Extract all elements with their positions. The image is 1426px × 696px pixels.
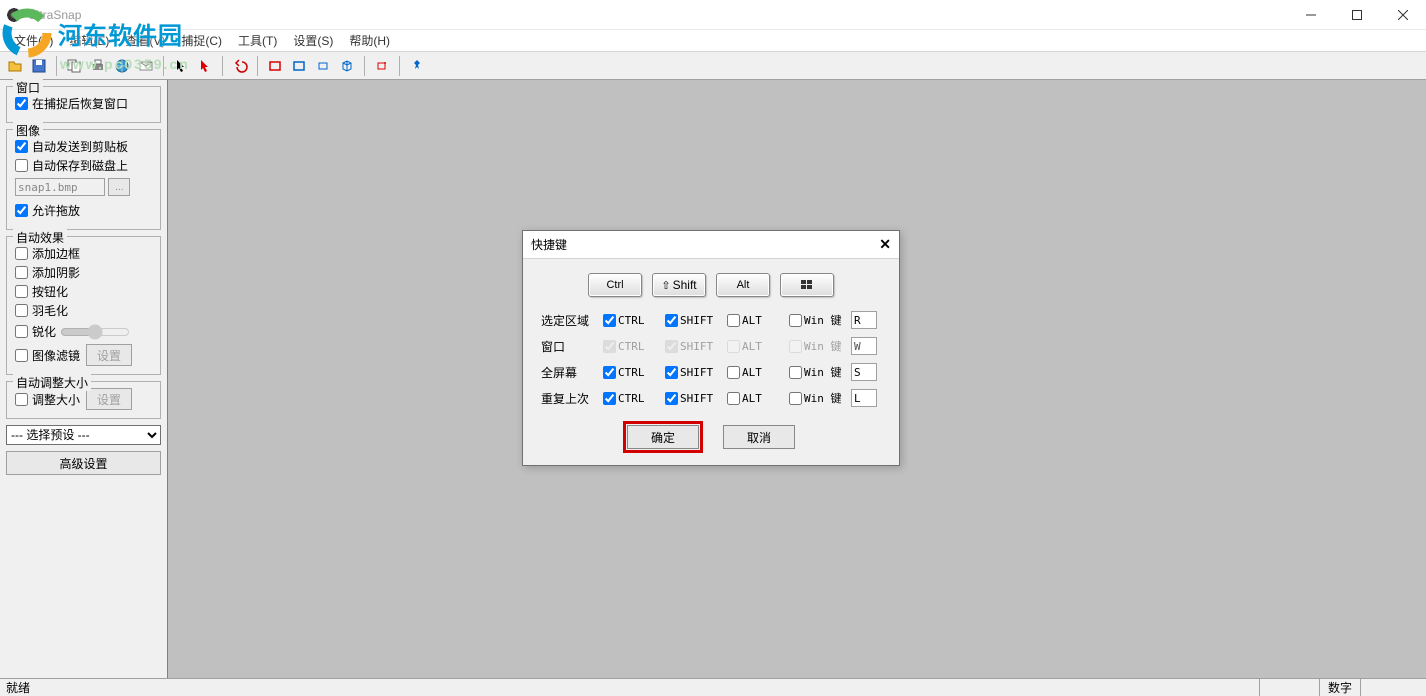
allow-drag-check[interactable]: 允许拖放 xyxy=(15,202,152,219)
restore-window-check[interactable]: 在捕捉后恢复窗口 xyxy=(15,95,152,112)
menu-help[interactable]: 帮助(H) xyxy=(341,30,398,51)
shortcut-row: 选定区域 CTRL SHIFT ALT Win 键 xyxy=(541,311,881,329)
add-border-check[interactable]: 添加边框 xyxy=(15,245,152,262)
ctrl-check[interactable]: CTRL xyxy=(603,340,661,353)
status-num: 数字 xyxy=(1319,679,1360,696)
undo-icon[interactable] xyxy=(229,55,251,77)
pin-icon[interactable] xyxy=(406,55,428,77)
image-group-title: 图像 xyxy=(13,122,43,139)
watermark-url: www.pc0359.cn xyxy=(60,56,190,72)
shift-check[interactable]: SHIFT xyxy=(665,314,723,327)
win-check[interactable]: Win 键 xyxy=(789,338,847,354)
app-icon xyxy=(6,7,22,23)
browse-button[interactable]: ... xyxy=(108,178,130,196)
menu-tools[interactable]: 工具(T) xyxy=(230,30,285,51)
key-input[interactable] xyxy=(851,389,877,407)
dialog-close-icon[interactable]: ✕ xyxy=(879,236,891,253)
rect-small-icon[interactable] xyxy=(312,55,334,77)
win-check[interactable]: Win 键 xyxy=(789,390,847,406)
cursor-red-icon[interactable] xyxy=(194,55,216,77)
filename-input[interactable] xyxy=(15,178,105,196)
ctrl-check[interactable]: CTRL xyxy=(603,392,661,405)
resize-settings-button[interactable]: 设置 xyxy=(86,388,132,410)
shift-check[interactable]: SHIFT xyxy=(665,392,723,405)
menu-view[interactable]: 查看(V) xyxy=(117,30,173,51)
shift-check[interactable]: SHIFT xyxy=(665,366,723,379)
resize-check[interactable]: 调整大小 xyxy=(15,391,80,408)
dialog-title: 快捷键 xyxy=(531,236,567,253)
window-group-title: 窗口 xyxy=(13,79,43,96)
dialog-titlebar: 快捷键 ✕ xyxy=(523,231,899,259)
menu-settings[interactable]: 设置(S) xyxy=(285,30,341,51)
win-check[interactable]: Win 键 xyxy=(789,364,847,380)
close-button[interactable] xyxy=(1380,0,1426,30)
menu-edit[interactable]: 编辑(E) xyxy=(61,30,117,51)
alt-key-button[interactable]: Alt xyxy=(716,273,770,297)
shortcut-row: 全屏幕 CTRL SHIFT ALT Win 键 xyxy=(541,363,881,381)
filter-settings-button[interactable]: 设置 xyxy=(86,344,132,366)
auto-save-check[interactable]: 自动保存到磁盘上 xyxy=(15,157,152,174)
row-label: 全屏幕 xyxy=(541,364,599,381)
ctrl-key-button[interactable]: Ctrl xyxy=(588,273,642,297)
buttonize-check[interactable]: 按钮化 xyxy=(15,283,152,300)
status-cell-1 xyxy=(1259,679,1319,696)
sharpen-check[interactable]: 锐化 xyxy=(15,323,56,340)
app-title: UltraSnap xyxy=(28,8,81,22)
toolbar xyxy=(0,52,1426,80)
save-icon[interactable] xyxy=(28,55,50,77)
rect-blue-icon[interactable] xyxy=(288,55,310,77)
status-cell-3 xyxy=(1360,679,1420,696)
key-input[interactable] xyxy=(851,363,877,381)
alt-check[interactable]: ALT xyxy=(727,392,785,405)
row-label: 重复上次 xyxy=(541,390,599,407)
shift-key-button[interactable]: ⇧ Shift xyxy=(652,273,706,297)
image-group: 图像 自动发送到剪贴板 自动保存到磁盘上 ... 允许拖放 xyxy=(6,129,161,230)
win-check[interactable]: Win 键 xyxy=(789,312,847,328)
open-icon[interactable] xyxy=(4,55,26,77)
feather-check[interactable]: 羽毛化 xyxy=(15,302,152,319)
shortcuts-dialog: 快捷键 ✕ Ctrl ⇧ Shift Alt 选定区域 CTRL SHIFT A… xyxy=(522,230,900,466)
ok-button[interactable]: 确定 xyxy=(627,425,699,449)
sidebar: 窗口 在捕捉后恢复窗口 图像 自动发送到剪贴板 自动保存到磁盘上 ... 允许拖… xyxy=(0,80,168,678)
win-key-button[interactable] xyxy=(780,273,834,297)
row-label: 选定区域 xyxy=(541,312,599,329)
cancel-button[interactable]: 取消 xyxy=(723,425,795,449)
auto-effect-group: 自动效果 添加边框 添加阴影 按钮化 羽毛化 锐化 图像滤镜设置 xyxy=(6,236,161,375)
rect-red-icon[interactable] xyxy=(264,55,286,77)
auto-resize-group: 自动调整大小 调整大小设置 xyxy=(6,381,161,419)
filter-check[interactable]: 图像滤镜 xyxy=(15,347,80,364)
cube-icon[interactable] xyxy=(336,55,358,77)
auto-effect-title: 自动效果 xyxy=(13,229,67,246)
menubar: 文件(F) 编辑(E) 查看(V) 捕捉(C) 工具(T) 设置(S) 帮助(H… xyxy=(0,30,1426,52)
advanced-settings-button[interactable]: 高级设置 xyxy=(6,451,161,475)
ctrl-check[interactable]: CTRL xyxy=(603,366,661,379)
alt-check[interactable]: ALT xyxy=(727,314,785,327)
window-group: 窗口 在捕捉后恢复窗口 xyxy=(6,86,161,123)
auto-clipboard-check[interactable]: 自动发送到剪贴板 xyxy=(15,138,152,155)
minimize-button[interactable] xyxy=(1288,0,1334,30)
status-ready: 就绪 xyxy=(6,679,30,696)
row-label: 窗口 xyxy=(541,338,599,355)
maximize-button[interactable] xyxy=(1334,0,1380,30)
ctrl-check[interactable]: CTRL xyxy=(603,314,661,327)
alt-check[interactable]: ALT xyxy=(727,366,785,379)
shortcut-row: 窗口 CTRL SHIFT ALT Win 键 xyxy=(541,337,881,355)
key-input[interactable] xyxy=(851,311,877,329)
shortcut-row: 重复上次 CTRL SHIFT ALT Win 键 xyxy=(541,389,881,407)
preset-select[interactable]: --- 选择预设 --- xyxy=(6,425,161,445)
add-shadow-check[interactable]: 添加阴影 xyxy=(15,264,152,281)
alt-check[interactable]: ALT xyxy=(727,340,785,353)
key-input[interactable] xyxy=(851,337,877,355)
shift-check[interactable]: SHIFT xyxy=(665,340,723,353)
auto-resize-title: 自动调整大小 xyxy=(13,374,91,391)
sharpen-slider[interactable] xyxy=(60,324,130,340)
statusbar: 就绪 数字 xyxy=(0,678,1426,696)
menu-capture[interactable]: 捕捉(C) xyxy=(173,30,230,51)
crop-icon[interactable] xyxy=(371,55,393,77)
titlebar: UltraSnap xyxy=(0,0,1426,30)
menu-file[interactable]: 文件(F) xyxy=(6,30,61,51)
